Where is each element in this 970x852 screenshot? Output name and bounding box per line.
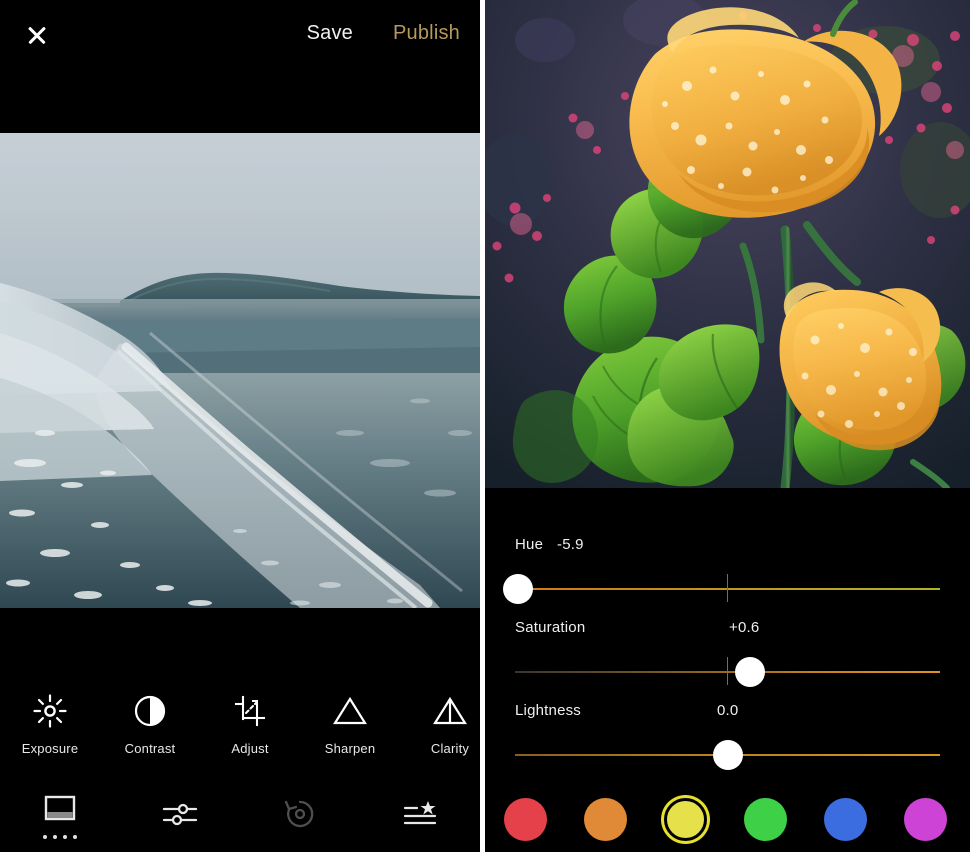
swatch-dot	[503, 797, 547, 841]
slider-hue: Hue -5.9	[485, 536, 970, 609]
nav-recipes[interactable]	[360, 780, 480, 852]
slider-label-lightness: Lightness	[515, 702, 582, 719]
swatch-dot	[903, 797, 947, 841]
hsl-slider-panel: Hue -5.9 Saturation +0.6 Lightness 0.0	[485, 488, 970, 852]
adjust-tools-strip: Exposure Contrast Adjust Sharpen Clarity	[0, 690, 480, 780]
tool-adjust[interactable]: Adjust	[200, 690, 300, 756]
undo-clock-icon	[283, 798, 317, 835]
swatch-dot	[583, 797, 627, 841]
slider-thumb-saturation[interactable]	[735, 657, 765, 687]
close-icon[interactable]	[25, 23, 49, 47]
crop-rotate-icon	[229, 690, 271, 732]
dot	[43, 835, 47, 839]
swatch-dot	[663, 797, 707, 841]
tool-label: Exposure	[21, 741, 79, 756]
slider-label-hue: Hue	[515, 536, 544, 553]
swatch-dot	[823, 797, 867, 841]
slider-head: Lightness 0.0	[485, 702, 970, 724]
swatch-magenta[interactable]	[885, 797, 965, 841]
slider-head: Saturation +0.6	[485, 619, 970, 641]
swatch-blue[interactable]	[805, 797, 885, 841]
dot	[73, 835, 77, 839]
slider-track-wrap[interactable]	[485, 652, 970, 692]
left-topbar: Save Publish	[0, 0, 480, 133]
sun-icon	[29, 690, 71, 732]
publish-button[interactable]: Publish	[393, 22, 460, 45]
color-swatch-row	[485, 786, 970, 852]
swatch-orange[interactable]	[565, 797, 645, 841]
slider-track-wrap[interactable]	[485, 735, 970, 775]
split-triangle-icon	[429, 690, 471, 732]
preset-page-dots	[43, 835, 77, 839]
slider-thumb-lightness[interactable]	[713, 740, 743, 770]
yellow-poppy-flowers-photo[interactable]	[485, 0, 970, 488]
tool-clarity[interactable]: Clarity	[400, 690, 480, 756]
filter-frame-icon	[43, 793, 77, 830]
tool-label: Clarity	[430, 741, 470, 756]
nav-presets[interactable]	[0, 780, 120, 852]
tool-exposure[interactable]: Exposure	[0, 690, 100, 756]
slider-center-tick	[727, 574, 729, 602]
dot	[63, 835, 67, 839]
beach-shoreline-photo[interactable]	[0, 133, 480, 608]
nav-adjustments[interactable]	[120, 780, 240, 852]
tool-label: Adjust	[231, 741, 269, 756]
right-editor-screen: Hue -5.9 Saturation +0.6 Lightness 0.0	[485, 0, 970, 852]
save-button[interactable]: Save	[307, 22, 353, 45]
slider-value-lightness: 0.0	[717, 702, 739, 719]
tool-contrast[interactable]: Contrast	[100, 690, 200, 756]
contrast-circle-icon	[129, 690, 171, 732]
slider-thumb-hue[interactable]	[503, 574, 533, 604]
tool-label: Sharpen	[324, 741, 376, 756]
swatch-yellow[interactable]	[645, 797, 725, 841]
slider-track-wrap[interactable]	[485, 569, 970, 609]
slider-label-saturation: Saturation	[515, 619, 586, 636]
triangle-icon	[329, 690, 371, 732]
topbar-actions: Save Publish	[307, 22, 460, 45]
tool-sharpen[interactable]: Sharpen	[300, 690, 400, 756]
slider-saturation: Saturation +0.6	[485, 619, 970, 692]
dot	[53, 835, 57, 839]
list-star-icon	[402, 799, 438, 834]
slider-center-tick	[727, 657, 729, 685]
slider-lightness: Lightness 0.0	[485, 702, 970, 775]
swatch-green[interactable]	[725, 797, 805, 841]
swatch-red[interactable]	[485, 797, 565, 841]
swatch-dot	[743, 797, 787, 841]
nav-history-undo[interactable]	[240, 780, 360, 852]
dual-screenshot-comparison: Save Publish Exposure Contrast Adjust Sh…	[0, 0, 970, 852]
slider-value-hue: -5.9	[557, 536, 584, 553]
slider-head: Hue -5.9	[485, 536, 970, 558]
sliders-icon	[161, 799, 199, 834]
left-editor-screen: Save Publish Exposure Contrast Adjust Sh…	[0, 0, 480, 852]
tool-label: Contrast	[124, 741, 176, 756]
slider-value-saturation: +0.6	[729, 619, 760, 636]
bottom-nav	[0, 780, 480, 852]
